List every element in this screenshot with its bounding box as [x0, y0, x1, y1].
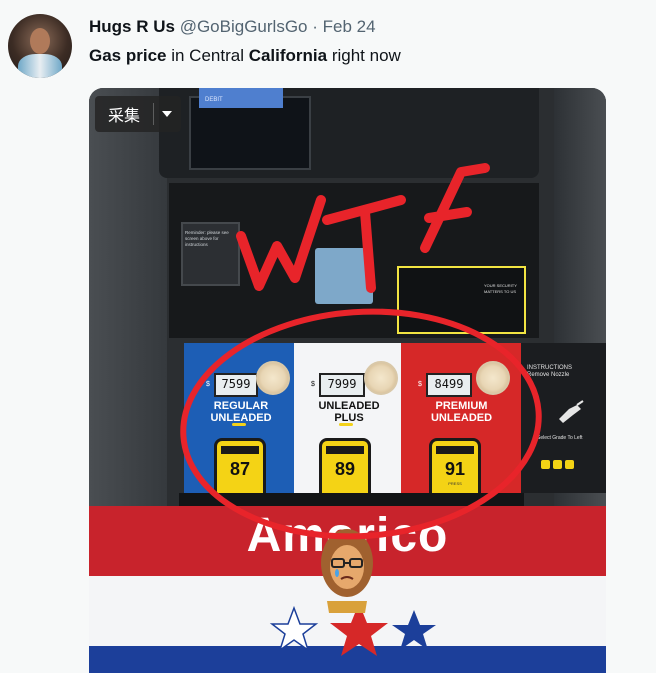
instructions-panel: INSTRUCTIONS Remove Nozzle Select Grade … — [521, 343, 606, 493]
grade-name-premium-line-1: PREMIUM — [435, 400, 488, 412]
grade-divider — [339, 423, 353, 426]
grade-name-regular: REGULAR UNLEADED — [196, 400, 286, 424]
tweet-media-photo[interactable]: DEBIT Reminder: please see screen above … — [89, 88, 606, 673]
grade-button-87: 87 — [214, 438, 266, 499]
tweet-text: Gas price in Central California right no… — [89, 45, 401, 67]
tweet-header: Hugs R Us @GoBigGurlsGo · Feb 24 — [89, 16, 376, 38]
screen-debit-label: DEBIT — [205, 97, 223, 103]
ada-sticker-text: Reminder: please see screen above for in… — [185, 230, 229, 247]
select-grade-text: Select Grade To Left — [537, 435, 583, 441]
face-emoji-sticker — [321, 529, 373, 613]
grade-tag — [436, 446, 474, 454]
dollar-sign-premium: $ — [418, 381, 422, 388]
grade-divider — [232, 423, 246, 426]
fuel-price-panel: $ 7599 $ 7999 $ 8499 REGULAR UNLEADED UNL… — [184, 343, 521, 499]
tweet-text-bold-1: Gas price — [89, 46, 167, 65]
press-label: PRESS — [448, 481, 462, 486]
octane-89: 89 — [334, 459, 356, 479]
grade-name-regular-line-1: REGULAR — [213, 400, 269, 412]
pump-keypad — [315, 248, 373, 304]
grade-tag — [326, 446, 364, 454]
card-reader — [397, 266, 526, 334]
price-regular: 7599 — [214, 373, 258, 397]
octane-91: 91 — [444, 459, 466, 479]
dollar-sign-plus: $ — [311, 381, 315, 388]
grade-name-plus-line-1: UNLEADED — [318, 400, 380, 412]
tweet-text-part-4: right now — [327, 46, 401, 65]
star-outline-white — [269, 605, 319, 652]
user-handle[interactable]: @GoBigGurlsGo — [180, 17, 308, 36]
nozzle-icon — [559, 400, 584, 423]
price-premium: 8499 — [426, 373, 472, 397]
yellow-button — [565, 460, 574, 469]
tweet-date[interactable]: Feb 24 — [323, 17, 376, 36]
instructions-text: INSTRUCTIONS Remove Nozzle — [527, 365, 572, 378]
chevron-down-icon[interactable] — [162, 111, 172, 117]
grade-name-premium: PREMIUM UNLEADED — [414, 400, 509, 424]
weights-measures-seal — [364, 361, 398, 395]
collect-divider — [153, 103, 154, 125]
collect-overlay-button[interactable]: 采集 — [95, 96, 181, 132]
card-reader-label: YOUR SECURITY MATTERS TO US — [484, 283, 517, 294]
grade-tag — [221, 446, 259, 454]
avatar-body — [18, 54, 62, 78]
weights-measures-seal — [476, 361, 510, 395]
display-name[interactable]: Hugs R Us — [89, 17, 175, 36]
star-blue — [392, 610, 436, 650]
header-separator: · — [312, 17, 318, 36]
avatar-face — [30, 28, 50, 54]
grade-button-89: 89 — [319, 438, 371, 499]
tweet-text-bold-2: California — [248, 46, 328, 65]
tweet-text-part-2: in Central — [166, 46, 249, 65]
price-plus: 7999 — [319, 373, 365, 397]
dollar-sign-regular: $ — [206, 381, 210, 388]
weights-measures-seal — [256, 361, 290, 395]
yellow-button — [553, 460, 562, 469]
octane-87: 87 — [229, 459, 251, 479]
yellow-button — [541, 460, 550, 469]
grade-name-premium-line-2: UNLEADED — [430, 412, 493, 424]
grade-name-plus: UNLEADED PLUS — [299, 400, 399, 424]
grade-button-91: 91 PRESS — [429, 438, 481, 499]
profile-avatar[interactable] — [8, 14, 72, 78]
collect-label: 采集 — [107, 106, 140, 125]
